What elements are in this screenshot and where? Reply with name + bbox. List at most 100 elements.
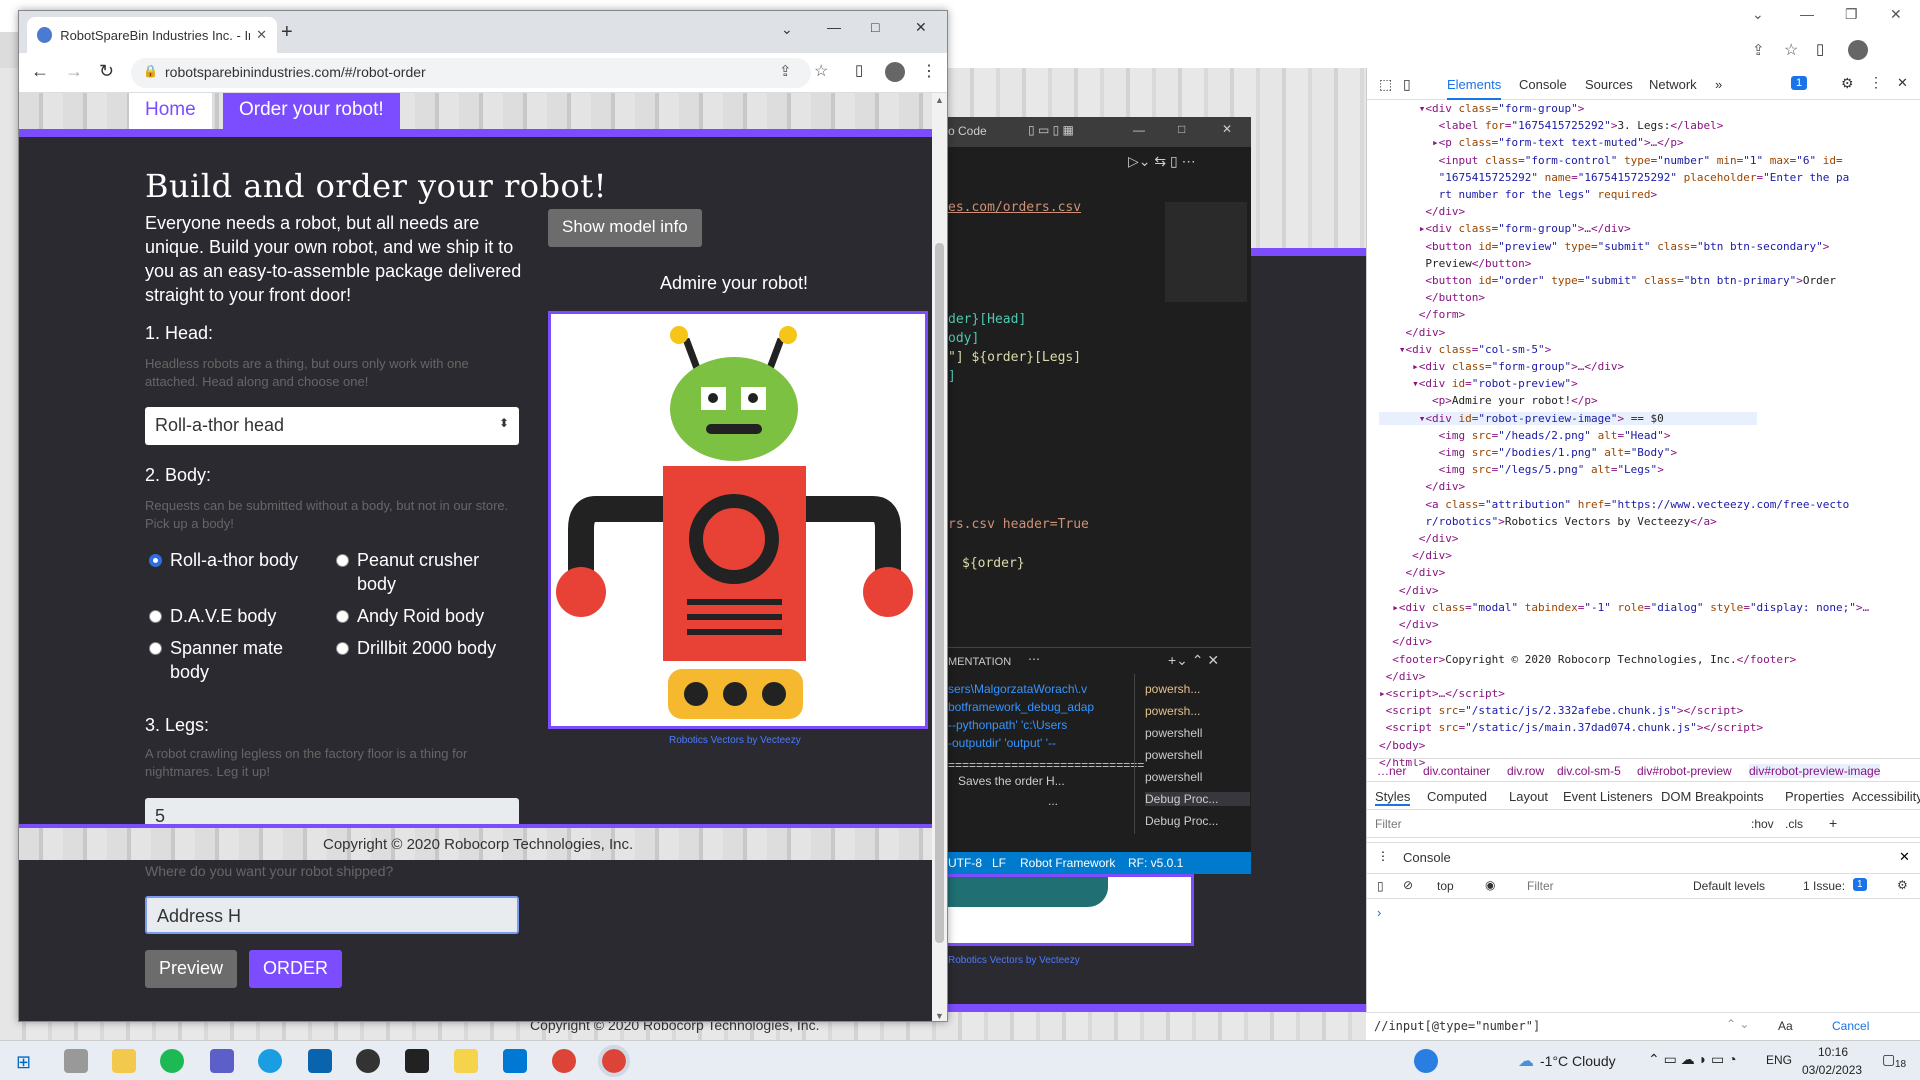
restore-icon[interactable]: □ [1178,122,1185,136]
chrome-icon[interactable] [552,1049,576,1073]
inspect-icon[interactable]: ⬚ [1379,76,1392,93]
run-icon[interactable]: ▷⌄ ⇆ ▯ ⋯ [1128,153,1196,170]
add-rule-icon[interactable]: + [1829,815,1837,831]
levels-select[interactable]: Default levels [1693,879,1765,893]
breadcrumb-item[interactable]: div.container [1423,764,1490,778]
minimize-icon[interactable]: — [1800,6,1814,22]
tray-icons[interactable]: ⌃ ▭ ☁ ◗ ▭ ◔ [1648,1051,1737,1068]
scroll-thumb[interactable] [935,243,944,943]
layout-icon[interactable]: ▯ ▭ ▯ ▦ [1028,123,1074,137]
tab-layout[interactable]: Layout [1509,789,1548,804]
menu-icon[interactable]: ⋮ [921,61,937,81]
breadcrumb-item[interactable]: div#robot-preview [1637,764,1732,778]
notification-icon[interactable]: ▢ [1882,1051,1895,1068]
search-nav-icon[interactable]: ⌃ ⌄ [1726,1017,1749,1031]
terminal-item[interactable]: powershell [1145,748,1202,762]
close-icon[interactable]: ✕ [915,19,927,36]
tab-sources[interactable]: Sources [1585,77,1633,92]
context-select[interactable]: top [1437,879,1454,893]
gear-icon[interactable]: ⚙ [1897,878,1908,892]
more-icon[interactable]: ⋮ [1377,849,1389,863]
close-icon[interactable]: ✕ [1897,75,1908,91]
breadcrumb-item[interactable]: …ner [1377,764,1406,778]
clear-console-icon[interactable]: ⊘ [1403,878,1413,892]
tab-event-listeners[interactable]: Event Listeners [1563,789,1653,804]
new-tab-icon[interactable]: + [281,21,293,44]
back-icon[interactable]: ← [31,61,49,82]
close-icon[interactable]: ✕ [1222,122,1232,136]
app-icon[interactable] [64,1049,88,1073]
tab-properties[interactable]: Properties [1785,789,1844,804]
head-select[interactable]: Roll-a-thor head ⬍ [145,407,519,445]
maximize-icon[interactable]: □ [871,19,879,35]
chevron-down-icon[interactable]: ⌄ [1752,6,1764,23]
attribution-link[interactable]: Robotics Vectors by Vecteezy [669,735,801,746]
status-eol[interactable]: LF [992,856,1006,870]
status-rf-version[interactable]: RF: v5.0.1 [1128,856,1183,870]
breadcrumb-item[interactable]: div.row [1507,764,1544,778]
spotify-icon[interactable] [160,1049,184,1073]
cls-toggle[interactable]: .cls [1785,817,1803,831]
radio-peanut-crusher[interactable] [336,554,349,567]
breadcrumb-item[interactable]: div.col-sm-5 [1557,764,1621,778]
styles-filter-input[interactable]: Filter [1375,817,1402,831]
tab-console[interactable]: Console [1519,77,1567,92]
address-bar[interactable]: 🔒 robotsparebinindustries.com/#/robot-or… [131,58,811,88]
avatar[interactable] [885,62,905,82]
terminal-item[interactable]: Debug Proc... [1145,814,1218,828]
close-icon[interactable]: ✕ [1899,849,1910,865]
radio-andy-roid[interactable] [336,610,349,623]
scroll-up-icon[interactable]: ▲ [935,95,944,105]
minimize-icon[interactable]: — [827,19,841,35]
restore-icon[interactable]: ❐ [1845,6,1858,23]
tab-accessibility[interactable]: Accessibility [1852,789,1920,804]
sticky-notes-icon[interactable] [454,1049,478,1073]
radio-label[interactable]: D.A.V.E body [170,604,276,628]
tab-dom-breakpoints[interactable]: DOM Breakpoints [1661,789,1764,804]
dom-tree[interactable]: ▾<div class="form-group"> <label for="16… [1379,100,1869,771]
more-icon[interactable]: ⋮ [1869,74,1883,91]
console-prompt-icon[interactable]: › [1377,905,1381,920]
reload-icon[interactable]: ↻ [99,61,114,82]
scroll-down-icon[interactable]: ▼ [935,1011,944,1021]
add-terminal-icon[interactable]: +⌄ ⌃ ✕ [1168,652,1219,669]
star-icon[interactable]: ☆ [814,61,828,81]
close-tab-icon[interactable]: ✕ [256,27,267,43]
status-language[interactable]: Robot Framework [1020,856,1115,870]
clock-time[interactable]: 10:16 [1818,1045,1848,1059]
nav-order-link[interactable]: Order your robot! [223,93,400,129]
xpath-search-input[interactable]: //input[@type="number"] [1374,1019,1540,1033]
more-tabs-icon[interactable]: » [1715,77,1722,92]
tab-elements[interactable]: Elements [1447,77,1502,100]
sidebar-toggle-icon[interactable]: ▯ [1377,879,1384,893]
nav-home-link[interactable]: Home [129,93,212,129]
terminal-item[interactable]: powersh... [1145,704,1200,718]
issues-badge[interactable]: 1 [1791,76,1808,90]
preview-button[interactable]: Preview [145,950,238,988]
forward-icon[interactable]: → [65,61,83,82]
share-icon[interactable]: ⇪ [779,62,792,80]
file-explorer-icon[interactable] [112,1049,136,1073]
teams-icon[interactable] [210,1049,234,1073]
terminal-item[interactable]: powershell [1145,770,1202,784]
vscode-icon[interactable] [503,1049,527,1073]
radio-label[interactable]: Spanner mate body [170,636,310,684]
browser-tab[interactable]: RobotSpareBin Industries Inc. - In ✕ [27,17,277,53]
language-indicator[interactable]: ENG [1766,1053,1792,1067]
device-icon[interactable]: ▯ [1403,76,1411,93]
chrome-icon[interactable] [598,1045,630,1077]
radio-label[interactable]: Andy Roid body [357,604,484,628]
radio-roll-a-thor[interactable] [149,554,162,567]
close-icon[interactable]: ✕ [1890,6,1902,23]
gear-icon[interactable]: ⚙ [1841,75,1854,92]
avatar[interactable] [1848,40,1868,60]
outlook-icon[interactable] [308,1049,332,1073]
star-icon[interactable]: ☆ [1784,40,1798,60]
weather-text[interactable]: -1°C Cloudy [1540,1053,1616,1069]
terminal-item[interactable]: powersh... [1145,682,1200,696]
help-icon[interactable] [1414,1049,1438,1073]
chevron-down-icon[interactable]: ⌄ [781,21,793,38]
radio-drillbit[interactable] [336,642,349,655]
robocorp-icon[interactable] [405,1049,429,1073]
page-scrollbar[interactable]: ▲ ▼ [932,93,947,1021]
